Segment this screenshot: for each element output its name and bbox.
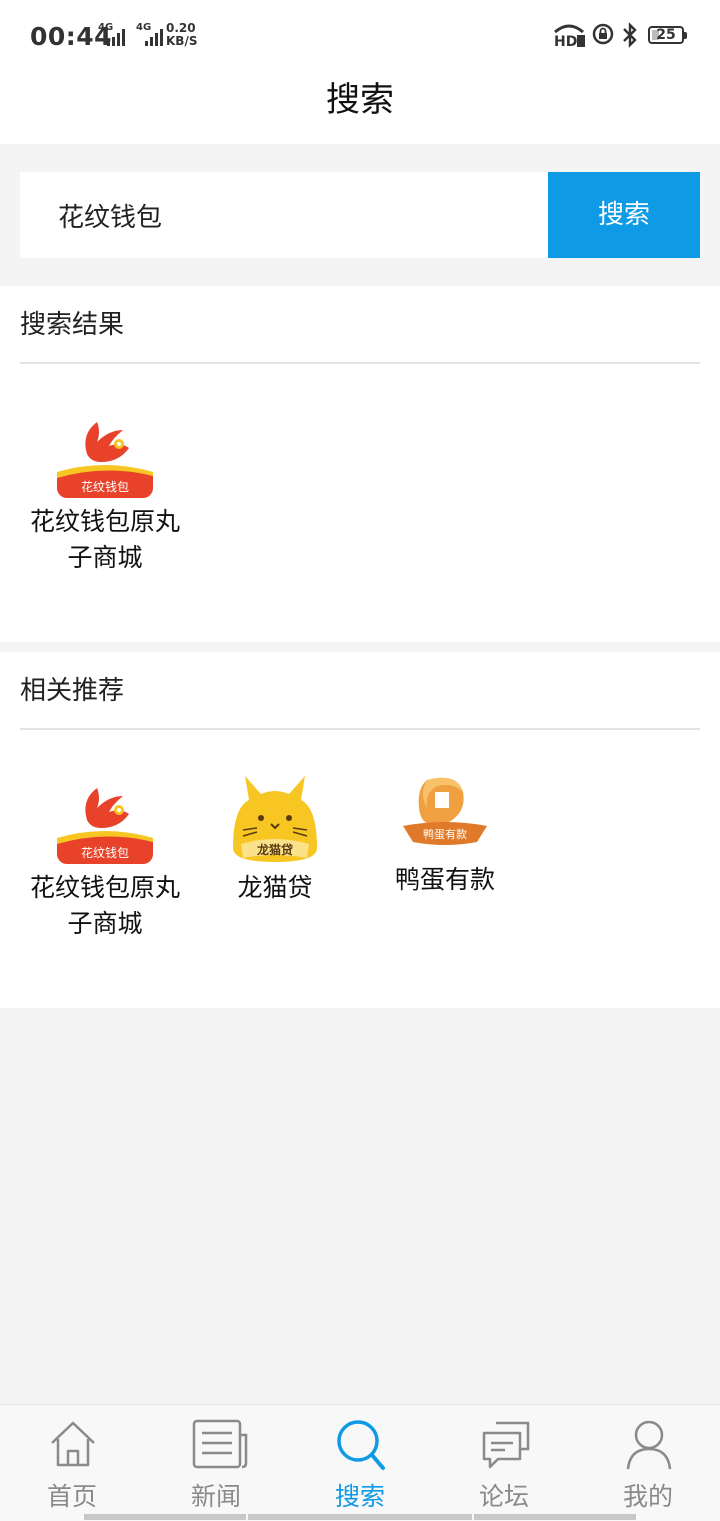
svg-text:鸭蛋有款: 鸭蛋有款	[423, 827, 467, 841]
gesture-bar	[84, 1514, 246, 1520]
page-title: 搜索	[326, 80, 394, 120]
app-name: 花纹钱包原丸子商城	[29, 507, 180, 572]
divider	[20, 728, 700, 730]
gesture-bar	[248, 1514, 472, 1520]
home-icon	[51, 1421, 95, 1467]
tab-news[interactable]: 新闻	[144, 1405, 288, 1521]
tab-label: 论坛	[478, 1482, 529, 1511]
search-icon	[337, 1420, 385, 1470]
app-name: 龙猫贷	[237, 873, 313, 902]
gesture-bar	[474, 1514, 636, 1520]
tab-label: 我的	[622, 1482, 673, 1511]
news-icon	[192, 1419, 248, 1469]
title-bar: 搜索	[0, 72, 720, 144]
tab-home[interactable]: 首页	[0, 1405, 144, 1521]
network-speed: 0.20 KB/S	[166, 21, 198, 48]
section-title-recommend: 相关推荐	[20, 676, 125, 706]
svg-text:花纹钱包: 花纹钱包	[81, 845, 129, 860]
hd-icon: HD	[554, 24, 585, 48]
profile-icon	[626, 1420, 672, 1470]
recommend-app-item[interactable]: 鸭蛋有款 鸭蛋有款	[360, 768, 530, 898]
longmao-loan-icon: 龙猫贷	[227, 768, 323, 864]
search-button[interactable]: 搜索	[548, 172, 700, 258]
tab-label: 首页	[46, 1482, 97, 1511]
tab-search[interactable]: 搜索	[288, 1405, 432, 1521]
result-app-item[interactable]: 花纹钱包 花纹钱包原丸子商城	[20, 402, 190, 576]
huawen-wallet-icon: 花纹钱包	[57, 768, 153, 864]
svg-text:花纹钱包: 花纹钱包	[81, 479, 129, 494]
recommend-app-item[interactable]: 花纹钱包 花纹钱包原丸子商城	[20, 768, 190, 942]
search-area: 搜索	[0, 144, 720, 286]
search-results-section: 搜索结果 花纹钱包 花纹钱包原丸子商城	[0, 286, 720, 642]
huawen-wallet-icon: 花纹钱包	[57, 402, 153, 498]
yadan-youkuan-icon: 鸭蛋有款	[397, 768, 493, 856]
battery-level: 25	[656, 27, 676, 43]
divider	[20, 362, 700, 364]
tab-label: 搜索	[334, 1482, 385, 1511]
forum-icon	[482, 1421, 530, 1469]
tab-forum[interactable]: 论坛	[432, 1405, 576, 1521]
tab-label: 新闻	[190, 1482, 241, 1511]
svg-text:龙猫贷: 龙猫贷	[257, 842, 293, 857]
recommend-app-item[interactable]: 龙猫贷 龙猫贷	[190, 768, 360, 906]
app-name: 花纹钱包原丸子商城	[29, 873, 180, 938]
status-bar: 00:44 4G 4G 0.20 KB/S HD 25	[0, 0, 720, 72]
section-title-results: 搜索结果	[20, 310, 125, 340]
search-input[interactable]	[20, 172, 548, 258]
tab-profile[interactable]: 我的	[576, 1405, 720, 1521]
battery-icon: 25	[648, 26, 687, 44]
svg-text:HD: HD	[554, 34, 577, 48]
bluetooth-icon	[623, 22, 637, 48]
rotation-lock-icon	[592, 23, 614, 45]
recommend-section: 相关推荐 花纹钱包 花纹钱包原丸子商城 龙猫贷 龙猫贷 鸭蛋有款 鸭蛋有款	[0, 652, 720, 1008]
app-name: 鸭蛋有款	[394, 865, 495, 894]
bottom-tab-bar: 首页 新闻 搜索 论坛 我的	[0, 1404, 720, 1521]
